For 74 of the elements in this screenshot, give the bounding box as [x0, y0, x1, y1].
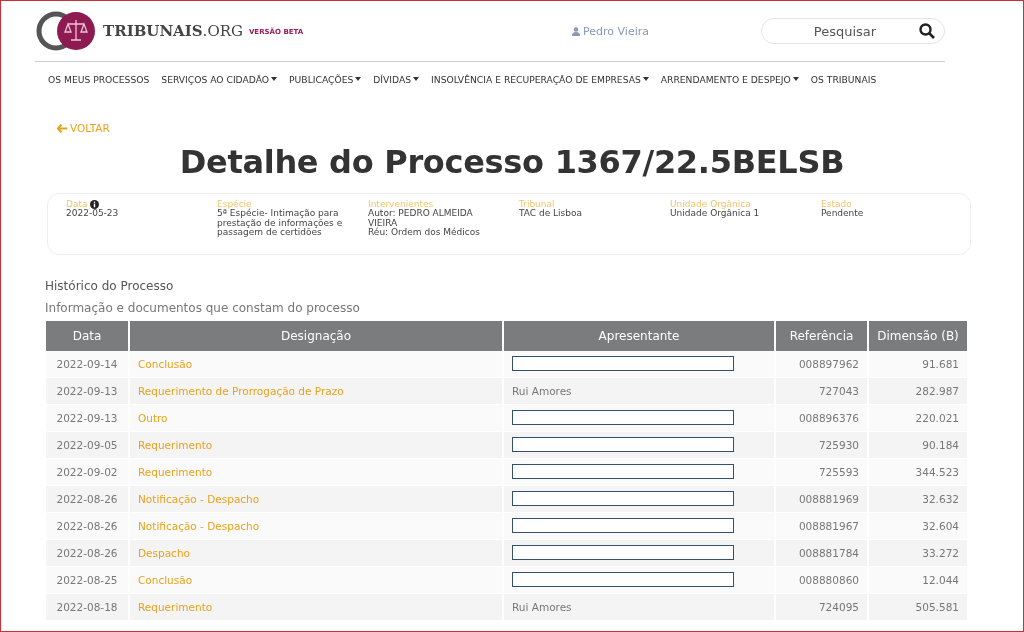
date-cell: 2022-09-13 [46, 377, 129, 404]
reference-cell: 008881969 [775, 485, 868, 512]
arrow-left-icon [57, 123, 67, 133]
reference-cell: 008897962 [775, 350, 868, 377]
field-value: 5ª Espécie- Intimação para prestação de informações e passagem de certidões [217, 209, 344, 238]
size-cell: 32.604 [868, 512, 968, 539]
date-cell: 2022-08-26 [46, 539, 129, 566]
info-icon[interactable] [89, 199, 99, 209]
nav-menu-item[interactable]: DÍVIDAS [373, 73, 412, 85]
field-label: Tribunal [519, 199, 555, 209]
size-cell: 32.632 [868, 485, 968, 512]
date-cell: 2022-09-13 [46, 404, 129, 431]
reference-cell: 724095 [775, 593, 868, 620]
logo-text[interactable]: TRIBUNAIS.ORG [103, 22, 243, 40]
date-cell: 2022-08-25 [46, 566, 129, 593]
page-title: Detalhe do Processo 1367/22.5BELSB [178, 142, 846, 181]
size-cell: 505.581 [868, 593, 968, 620]
presenter-cell: Rui Amores [503, 377, 775, 404]
document-link[interactable]: Outro [129, 404, 503, 431]
field-value: Unidade Orgânica 1 [670, 209, 761, 219]
field-label: Data [66, 199, 88, 209]
field-value: TAC de Lisboa [519, 209, 583, 219]
size-cell: 220.021 [868, 404, 968, 431]
column-header[interactable]: Designação [129, 320, 503, 351]
document-link[interactable]: Conclusão [129, 350, 503, 377]
reference-cell: 725930 [775, 431, 868, 458]
reference-cell: 008896376 [775, 404, 868, 431]
reference-cell: 725593 [775, 458, 868, 485]
nav-menu-item[interactable]: PUBLICAÇÕES [289, 73, 354, 85]
field-label: Estado [821, 199, 852, 209]
date-cell: 2022-08-26 [46, 512, 129, 539]
nav-menu-item[interactable]: SERVIÇOS AO CIDADÃO [161, 73, 270, 85]
column-header[interactable]: Dimensão (B) [868, 320, 968, 351]
reference-cell: 008881967 [775, 512, 868, 539]
size-cell: 90.184 [868, 431, 968, 458]
column-header[interactable]: Data [46, 320, 129, 351]
field-value: 2022-05-23 [66, 209, 120, 219]
field-value: Pendente [821, 209, 865, 219]
presenter-cell: Rui Amores [503, 593, 775, 620]
size-cell: 12.044 [868, 566, 968, 593]
search-field[interactable]: Pesquisar [761, 18, 945, 44]
field-value: Autor: PEDRO ALMEIDA VIEIRA [368, 209, 473, 228]
nav-menu-item[interactable]: OS TRIBUNAIS [810, 73, 877, 85]
field-label: Espécie [217, 199, 252, 209]
column-header[interactable]: Apresentante [503, 320, 775, 351]
document-link[interactable]: Conclusão [129, 566, 503, 593]
date-cell: 2022-08-18 [46, 593, 129, 620]
size-cell: 91.681 [868, 350, 968, 377]
document-link[interactable]: Notificação - Despacho [129, 512, 503, 539]
size-cell: 282.987 [868, 377, 968, 404]
reference-cell: 727043 [775, 377, 868, 404]
section-heading: Histórico do Processo [45, 278, 175, 293]
reference-cell: 008880860 [775, 566, 868, 593]
date-cell: 2022-09-14 [46, 350, 129, 377]
size-cell: 33.272 [868, 539, 968, 566]
back-link[interactable]: VOLTAR [57, 122, 110, 134]
nav-menu-item[interactable]: INSOLVÊNCIA E RECUPERAÇÃO DE EMPRESAS [431, 73, 641, 85]
column-header[interactable]: Referência [775, 320, 868, 351]
field-label: Unidade Orgânica [670, 199, 751, 209]
section-subtitle: Informação e documentos que constam do processo [45, 300, 361, 315]
nav-menu-item[interactable]: ARRENDAMENTO E DESPEJO [660, 73, 791, 85]
user-icon [572, 26, 581, 36]
date-cell: 2022-09-02 [46, 458, 129, 485]
user-name[interactable]: Pedro Vieira [583, 24, 649, 38]
nav-menu-item[interactable]: OS MEUS PROCESSOS [48, 73, 150, 85]
document-link[interactable]: Requerimento [129, 458, 503, 485]
logo-icon[interactable] [35, 10, 97, 52]
search-icon[interactable] [919, 23, 935, 39]
reference-cell: 008881784 [775, 539, 868, 566]
field-value: Réu: Ordem dos Médicos [368, 228, 481, 238]
size-cell: 344.523 [868, 458, 968, 485]
date-cell: 2022-08-26 [46, 485, 129, 512]
date-cell: 2022-09-05 [46, 431, 129, 458]
field-label: Intervenientes [368, 199, 434, 209]
